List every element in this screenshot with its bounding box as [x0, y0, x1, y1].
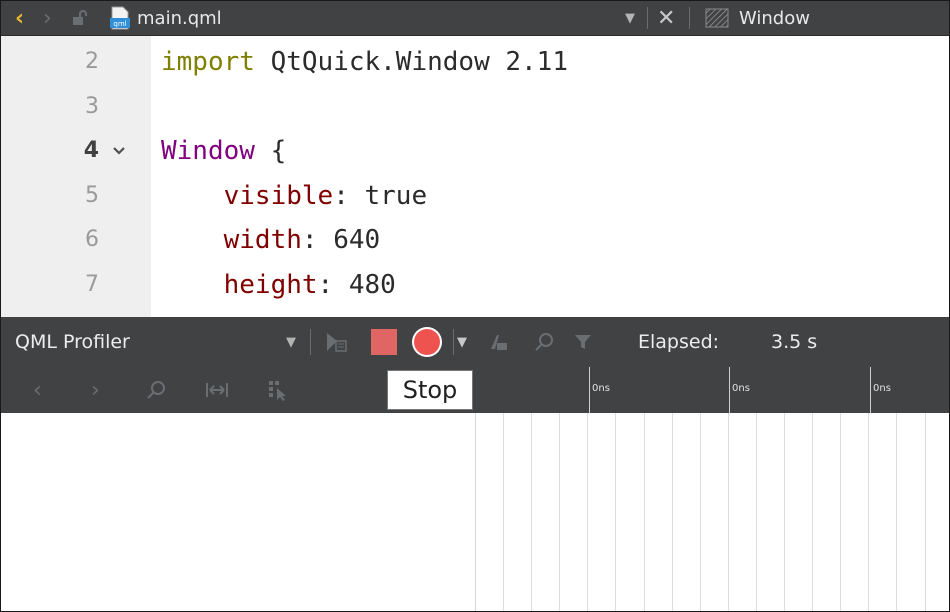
separator	[647, 7, 648, 29]
ruler-tick-label: 0ns	[732, 383, 750, 394]
code-line[interactable]: 4 Window {	[1, 129, 949, 173]
view-selection-icon[interactable]	[267, 367, 291, 413]
ruler-tick	[729, 367, 730, 413]
ruler-tick-label: 0ns	[592, 383, 610, 394]
qml-profiler-toolbar: QML Profiler ▼ ▼ Elapsed: 3.5 s	[1, 317, 949, 367]
jump-previous-icon[interactable]: ‹	[33, 367, 42, 413]
editor-toolbar: ‹ › qml main.qml ▼ ✕ Window	[1, 1, 949, 36]
elapsed-label: Elapsed:	[638, 331, 720, 353]
separator	[453, 329, 454, 355]
code-editor[interactable]: 2 import QtQuick.Window 2.11 3 4 Window {5 v…	[1, 36, 949, 317]
grid-line	[503, 413, 504, 611]
profiler-title[interactable]: QML Profiler	[15, 317, 130, 367]
grid-line	[672, 413, 673, 611]
symbol-label[interactable]: Window	[739, 1, 810, 35]
separator	[689, 7, 690, 29]
ruler-tick-label: 0ns	[873, 383, 891, 394]
code-text[interactable]: Window {	[161, 129, 286, 173]
code-line[interactable]: 7 height: 480	[1, 263, 949, 307]
line-number: 7	[85, 271, 99, 297]
clear-icon[interactable]	[487, 317, 509, 367]
ruler-tick	[589, 367, 590, 413]
svg-text:qml: qml	[113, 20, 126, 28]
qt-creator-window: ‹ › qml main.qml ▼ ✕ Window 2 import QtQ…	[0, 0, 950, 612]
filter-icon[interactable]	[573, 317, 595, 367]
range-select-icon[interactable]	[205, 367, 229, 413]
back-arrow-icon[interactable]: ‹	[15, 1, 24, 35]
code-token: Window	[161, 136, 255, 166]
code-token: : true	[333, 180, 428, 211]
grid-line	[728, 413, 729, 611]
grid-line	[615, 413, 616, 611]
code-line[interactable]: 5 visible: true	[1, 174, 949, 218]
code-token: : 480	[317, 269, 396, 300]
grid-line	[812, 413, 813, 611]
forward-arrow-icon[interactable]: ›	[43, 1, 52, 35]
line-number: 5	[85, 182, 99, 208]
grid-line	[925, 413, 926, 611]
grid-line	[700, 413, 701, 611]
qml-file-icon: qml	[109, 1, 131, 35]
code-token: width	[161, 225, 302, 255]
grid-line	[587, 413, 588, 611]
search-icon[interactable]	[533, 317, 555, 367]
lock-icon[interactable]	[71, 1, 89, 35]
code-line[interactable]: 6 width: 640	[1, 218, 949, 262]
close-icon[interactable]: ✕	[657, 1, 675, 35]
line-number: 3	[85, 93, 99, 119]
elapsed-value: 3.5 s	[771, 331, 818, 353]
code-token: {	[254, 136, 287, 166]
timeline-grid[interactable]	[476, 413, 949, 611]
grid-line	[559, 413, 560, 611]
grid-line	[784, 413, 785, 611]
grid-line	[644, 413, 645, 611]
timeline-ruler[interactable]: 0ns 0ns 0ns	[475, 367, 949, 413]
code-line[interactable]: 2 import QtQuick.Window 2.11	[1, 40, 949, 84]
code-text[interactable]: import QtQuick.Window 2.11	[161, 40, 568, 84]
ruler-tick	[870, 367, 871, 413]
grid-line	[896, 413, 897, 611]
code-token: height	[161, 269, 318, 300]
code-token: visible	[161, 180, 334, 211]
code-text[interactable]: visible: true	[161, 174, 428, 218]
zoom-search-icon[interactable]	[145, 367, 167, 413]
line-number: 4	[83, 138, 99, 163]
record-button[interactable]	[409, 317, 445, 367]
code-line[interactable]: 3	[1, 85, 949, 129]
timeline-view[interactable]	[1, 413, 949, 611]
file-dropdown-icon[interactable]: ▼	[625, 1, 635, 35]
code-token: : 640	[301, 225, 381, 255]
jump-next-icon[interactable]: ›	[91, 367, 100, 413]
pane-dropdown-icon[interactable]: ▼	[286, 317, 296, 367]
line-number: 6	[85, 227, 99, 252]
file-name[interactable]: main.qml	[137, 1, 222, 35]
code-text[interactable]: height: 480	[161, 263, 396, 307]
grid-line	[531, 413, 532, 611]
code-token: QtQuick.Window 2.11	[254, 47, 568, 77]
grid-line	[756, 413, 757, 611]
timeline-toolbar: ‹ › 0ns 0ns 0ns	[1, 367, 949, 413]
disable-profiling-icon[interactable]	[323, 317, 349, 367]
window-hatch-icon	[705, 1, 729, 35]
grid-line	[840, 413, 841, 611]
stop-tooltip: Stop	[387, 370, 473, 410]
grid-line	[868, 413, 869, 611]
code-token: import	[161, 47, 255, 77]
stop-button[interactable]	[369, 317, 399, 367]
separator	[310, 329, 311, 355]
code-text[interactable]: width: 640	[161, 218, 381, 262]
category-labels-panel	[1, 413, 476, 611]
record-options-dropdown-icon[interactable]: ▼	[457, 317, 467, 367]
line-number: 2	[85, 49, 99, 74]
